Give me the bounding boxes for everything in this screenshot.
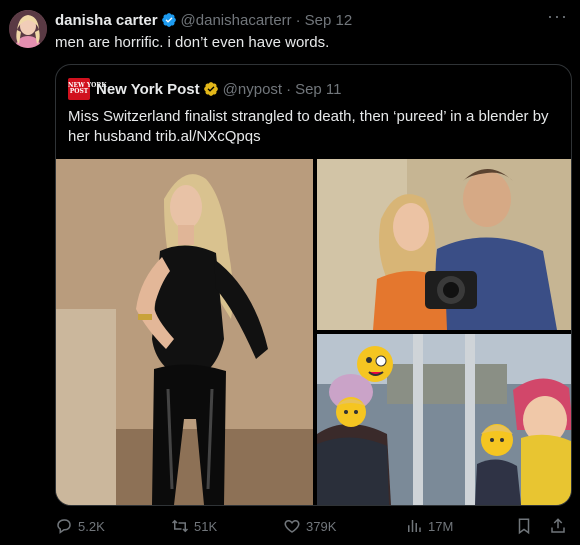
verified-badge-icon — [161, 13, 176, 27]
views-button[interactable]: 17M — [405, 517, 485, 535]
reply-button[interactable]: 5.2K — [55, 517, 125, 535]
repost-icon — [171, 519, 189, 533]
photo-3-illustration — [317, 334, 571, 505]
tweet-date[interactable]: Sep 12 — [305, 12, 353, 29]
action-bar: 5.2K 51K 379K 17M — [55, 515, 568, 537]
more-icon[interactable]: ··· — [547, 6, 568, 27]
quoted-tweet-header: NEW YORK POST New York Post @nypost · Se… — [68, 78, 342, 100]
photo-couple-selfie[interactable] — [317, 159, 571, 330]
avatar[interactable] — [9, 10, 47, 48]
reply-icon — [57, 519, 71, 534]
tweet-header: danisha carter @danishacarterr · Sep 12 — [55, 10, 580, 30]
bookmark-button[interactable] — [515, 517, 533, 535]
quoted-author-name: New York Post — [96, 80, 200, 98]
share-icon — [551, 518, 565, 533]
repost-count: 51K — [194, 518, 218, 534]
quoted-dot-separator: · — [286, 80, 292, 98]
quoted-tweet-text: Miss Switzerland finalist strangled to d… — [68, 108, 549, 145]
photo-1-illustration — [56, 159, 313, 505]
author-name[interactable]: danisha carter — [55, 12, 158, 29]
like-count: 379K — [306, 518, 337, 534]
repost-button[interactable]: 51K — [171, 517, 289, 535]
share-button[interactable] — [549, 517, 567, 535]
verified-gold-badge-icon — [203, 82, 218, 96]
quoted-tweet[interactable]: NEW YORK POST New York Post @nypost · Se… — [55, 64, 572, 506]
photo-grid — [56, 159, 571, 505]
reply-count: 5.2K — [78, 518, 105, 534]
like-button[interactable]: 379K — [283, 517, 393, 535]
photo-family-ferris-wheel[interactable] — [317, 334, 571, 505]
bookmark-icon — [518, 518, 530, 535]
nyp-logo: NEW YORK POST — [68, 78, 107, 100]
quoted-date: Sep 11 — [295, 80, 342, 98]
dot-separator: · — [295, 11, 301, 29]
avatar-image — [9, 10, 47, 48]
view-count: 17M — [428, 518, 454, 534]
quoted-author-handle: @nypost — [222, 80, 283, 98]
photo-woman-black-outfit[interactable] — [56, 159, 313, 505]
views-icon — [408, 520, 421, 532]
like-icon — [284, 519, 300, 533]
photo-2-illustration — [317, 159, 571, 330]
nyp-logo-bottom: POST — [69, 88, 89, 95]
tweet-text: men are horrific. i don’t even have word… — [55, 34, 330, 51]
author-handle[interactable]: @danishacarterr — [181, 12, 292, 29]
